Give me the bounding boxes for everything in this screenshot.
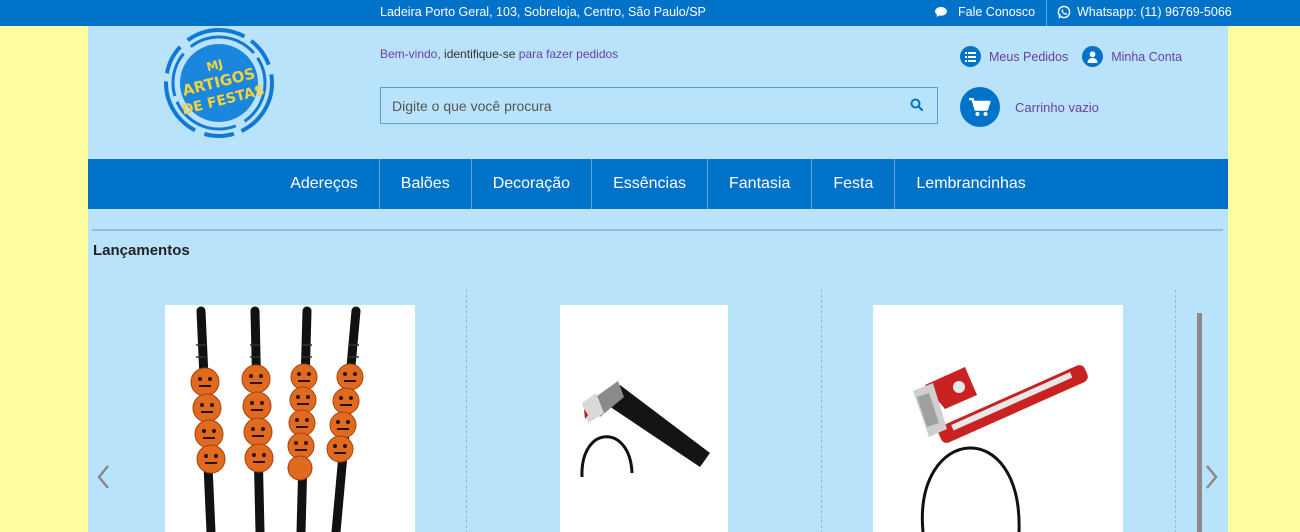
nav-item-decoracao[interactable]: Decoração <box>470 159 591 209</box>
my-orders-label: Meus Pedidos <box>989 49 1069 64</box>
my-orders-link[interactable]: Meus Pedidos <box>960 46 1068 67</box>
section-divider <box>92 229 1223 231</box>
store-logo[interactable]: MJ ARTIGOS DE FESTAS <box>163 27 275 139</box>
top-bar: Ladeira Porto Geral, 103, Sobreloja, Cen… <box>0 0 1300 26</box>
nav-item-lembrancinhas[interactable]: Lembrancinhas <box>894 159 1046 209</box>
shopping-cart-icon <box>960 87 1000 127</box>
cart-button[interactable]: Carrinho vazio <box>960 87 1099 127</box>
contact-label: Fale Conosco <box>958 5 1036 19</box>
identify-link[interactable]: identifique-se <box>444 47 515 61</box>
my-account-label: Minha Conta <box>1111 49 1183 64</box>
main-container: MJ ARTIGOS DE FESTAS Bem-vindo, identifi… <box>88 26 1228 532</box>
carousel-scrollbar[interactable] <box>1197 313 1202 532</box>
slide-divider <box>1175 290 1176 532</box>
search-input[interactable] <box>381 88 901 123</box>
chat-bubble-icon <box>934 6 948 18</box>
user-icon <box>1082 46 1104 67</box>
nav-item-festa[interactable]: Festa <box>811 159 894 209</box>
product-image-wrench-headband[interactable] <box>873 305 1123 532</box>
nav-item-baloes[interactable]: Balões <box>378 159 471 209</box>
main-nav: Adereços Balões Decoração Essências Fant… <box>88 159 1228 209</box>
order-text: para fazer pedidos <box>518 47 619 61</box>
my-account-link[interactable]: Minha Conta <box>1082 46 1182 67</box>
welcome-text: Bem-vindo, <box>380 47 441 61</box>
nav-item-fantasia[interactable]: Fantasia <box>707 159 811 209</box>
whatsapp-icon <box>1057 5 1071 19</box>
store-address: Ladeira Porto Geral, 103, Sobreloja, Cen… <box>380 5 706 19</box>
slide-divider <box>466 290 467 532</box>
whatsapp-link[interactable]: Whatsapp: (11) 96769-5066 <box>1057 5 1232 19</box>
product-image-axe-headband[interactable] <box>560 305 728 532</box>
whatsapp-label: Whatsapp: (11) 96769-5066 <box>1077 5 1232 19</box>
welcome-message: Bem-vindo, identifique-se para fazer ped… <box>380 47 618 61</box>
section-title: Lançamentos <box>93 242 190 259</box>
search-box <box>380 87 938 124</box>
product-image-pumpkin-straws[interactable] <box>165 305 415 532</box>
slide-divider <box>821 290 822 532</box>
product-carousel <box>88 289 1228 532</box>
search-icon[interactable] <box>910 98 924 116</box>
topbar-divider <box>1046 0 1047 26</box>
contact-link[interactable]: Fale Conosco <box>934 5 1035 19</box>
chevron-right-icon[interactable] <box>1205 464 1219 495</box>
cart-label: Carrinho vazio <box>1015 99 1099 115</box>
account-links: Meus Pedidos Minha Conta <box>960 46 1182 67</box>
nav-item-aderecos[interactable]: Adereços <box>269 159 379 209</box>
list-icon <box>960 46 981 67</box>
nav-item-essencias[interactable]: Essências <box>591 159 707 209</box>
chevron-left-icon[interactable] <box>96 464 110 495</box>
